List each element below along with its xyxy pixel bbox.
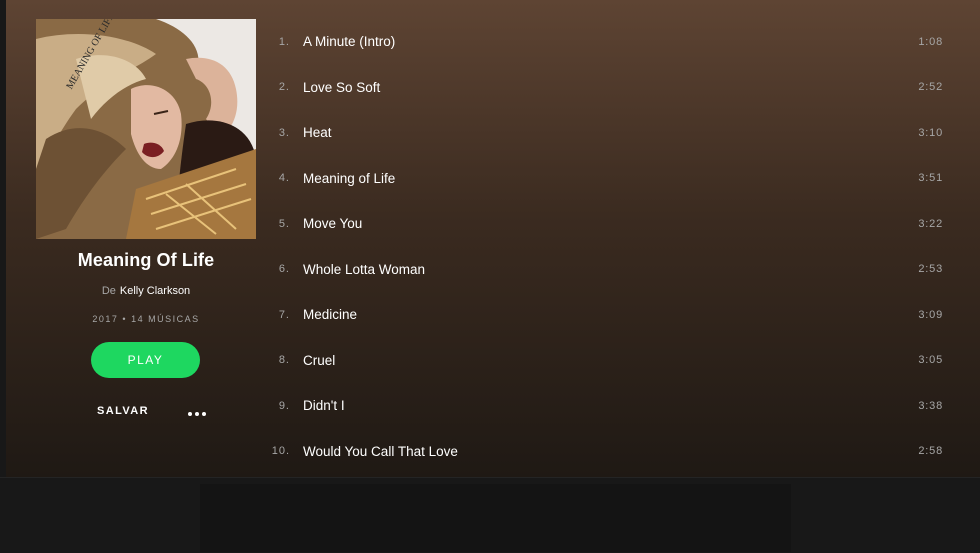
track-title: Meaning of Life: [303, 170, 396, 186]
track-title: Cruel: [303, 352, 336, 368]
track-number: 7.: [278, 308, 290, 321]
dot: [195, 412, 199, 416]
track-row[interactable]: 2. Love So Soft 2:52: [262, 65, 962, 111]
track-row[interactable]: 7. Medicine 3:09: [262, 292, 962, 338]
player-controls-area: [200, 484, 791, 552]
save-button[interactable]: SALVAR: [90, 405, 156, 423]
track-duration: 3:10: [918, 126, 943, 139]
track-row[interactable]: 10. Would You Call That Love 2:58: [262, 429, 962, 475]
dot: [202, 412, 206, 416]
track-title: A Minute (Intro): [303, 34, 396, 50]
track-title: Love So Soft: [303, 79, 381, 95]
track-duration: 3:05: [918, 354, 943, 367]
track-title: Heat: [303, 125, 332, 141]
track-duration: 2:52: [918, 81, 943, 94]
track-title: Move You: [303, 216, 363, 232]
artist-link[interactable]: Kelly Clarkson: [120, 285, 190, 297]
artist-line: De Kelly Clarkson: [36, 285, 256, 297]
play-button[interactable]: PLAY: [91, 342, 200, 378]
track-row[interactable]: 3. Heat 3:10: [262, 110, 962, 156]
track-number: 1.: [278, 35, 290, 48]
track-number: 2.: [278, 81, 290, 94]
track-row[interactable]: 8. Cruel 3:05: [262, 338, 962, 384]
track-row[interactable]: 9. Didn't I 3:38: [262, 383, 962, 429]
album-cover-art: MEANING OF LIFE: [36, 19, 256, 239]
track-duration: 1:08: [918, 35, 943, 48]
album-title: Meaning Of Life: [77, 250, 215, 270]
album-cover[interactable]: MEANING OF LIFE: [36, 19, 256, 239]
track-number: 3.: [278, 126, 290, 139]
dot: [188, 412, 192, 416]
tracklist: 1. A Minute (Intro) 1:08 2. Love So Soft…: [262, 19, 962, 474]
track-row[interactable]: 4. Meaning of Life 3:51: [262, 156, 962, 202]
track-number: 5.: [278, 217, 290, 230]
track-title: Whole Lotta Woman: [303, 261, 426, 277]
by-label: De: [101, 285, 116, 297]
track-duration: 2:53: [918, 263, 943, 276]
track-number: 10.: [271, 445, 290, 458]
track-duration: 3:51: [918, 172, 943, 185]
track-title: Medicine: [303, 307, 358, 323]
track-number: 4.: [278, 172, 290, 185]
track-duration: 3:09: [918, 308, 943, 321]
track-row[interactable]: 5. Move You 3:22: [262, 201, 962, 247]
track-row[interactable]: 6. Whole Lotta Woman 2:53: [262, 247, 962, 293]
track-number: 6.: [278, 263, 290, 276]
track-duration: 3:22: [918, 217, 943, 230]
more-options-icon[interactable]: [183, 404, 211, 424]
album-meta: 2017 • 14 MÚSICAS: [92, 314, 200, 324]
track-duration: 3:38: [918, 399, 943, 412]
track-number: 9.: [278, 399, 290, 412]
track-duration: 2:58: [918, 445, 943, 458]
track-title: Would You Call That Love: [303, 443, 458, 459]
track-row[interactable]: 1. A Minute (Intro) 1:08: [262, 19, 962, 65]
track-title: Didn't I: [303, 398, 345, 414]
track-number: 8.: [278, 354, 290, 367]
